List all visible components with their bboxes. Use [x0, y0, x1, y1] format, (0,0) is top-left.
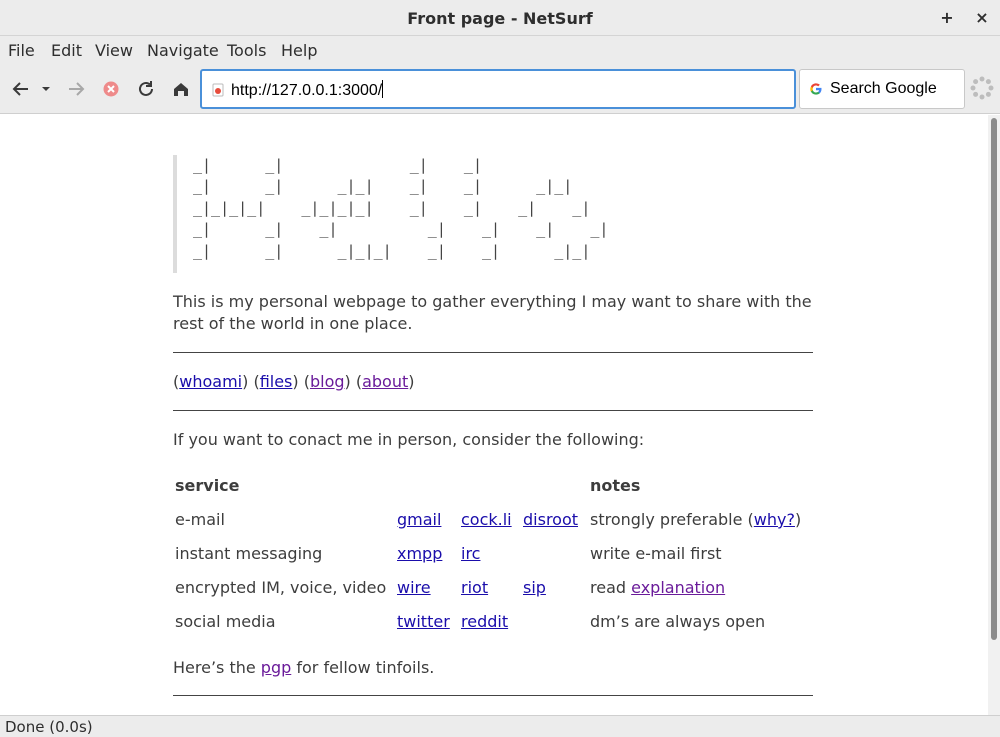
status-text: Done (0.0s) — [5, 718, 93, 736]
menu-bar: File Edit View Navigate Tools Help — [0, 36, 1000, 64]
service-cell: instant messaging — [175, 544, 323, 563]
link-irc[interactable]: irc — [461, 543, 480, 565]
vertical-scrollbar[interactable] — [988, 115, 1000, 715]
divider — [173, 352, 813, 353]
url-bar[interactable]: http://127.0.0.1:3000/ — [200, 69, 796, 109]
forward-button[interactable] — [64, 77, 88, 101]
search-box[interactable]: Search Google — [799, 69, 965, 109]
page-favicon-icon — [212, 83, 224, 97]
ascii-art-text: _| _| _| _| _| _| _|_| _| _| _|_| _|_|_|… — [193, 156, 609, 260]
nav-link-whoami[interactable]: whoami — [179, 372, 242, 391]
note-cell: dm’s are always open — [590, 612, 766, 631]
back-button[interactable] — [9, 77, 33, 101]
link-pgp[interactable]: pgp — [261, 658, 291, 677]
nav-link-files[interactable]: files — [260, 372, 293, 391]
nav-link-about[interactable]: about — [362, 372, 408, 391]
note-cell: read explanation — [590, 578, 726, 597]
chevron-down-icon — [42, 87, 50, 91]
link-why[interactable]: why? — [754, 510, 795, 529]
intro-text: This is my personal webpage to gather ev… — [173, 292, 812, 333]
scrollbar-thumb[interactable] — [991, 118, 997, 640]
reload-icon — [139, 81, 153, 96]
menu-help[interactable]: Help — [281, 41, 317, 60]
history-dropdown-button[interactable] — [36, 77, 56, 101]
throbber-icon — [970, 76, 994, 100]
search-input[interactable]: Search Google — [830, 80, 937, 98]
link-xmpp[interactable]: xmpp — [397, 543, 442, 565]
url-input[interactable]: http://127.0.0.1:3000/ — [231, 80, 384, 100]
ascii-art-banner: _| _| _| _| _| _| _|_| _| _| _|_| _|_|_|… — [173, 155, 609, 273]
title-bar: Front page - NetSurf + × — [0, 0, 1000, 36]
table-header-notes: notes — [590, 476, 641, 495]
link-twitter[interactable]: twitter — [397, 611, 450, 633]
nav-link-blog[interactable]: blog — [310, 372, 345, 391]
link-cockli[interactable]: cock.li — [461, 509, 512, 531]
link-sip[interactable]: sip — [523, 577, 546, 599]
divider — [173, 410, 813, 411]
table-header-service: service — [175, 476, 240, 495]
menu-view[interactable]: View — [95, 41, 133, 60]
arrow-left-icon — [12, 82, 28, 96]
link-disroot[interactable]: disroot — [523, 509, 578, 531]
new-window-button[interactable]: + — [935, 6, 959, 30]
arrow-right-icon — [69, 82, 85, 96]
divider — [173, 695, 813, 696]
link-riot[interactable]: riot — [461, 577, 488, 599]
pgp-text: Here’s the pgp for fellow tinfoils. — [173, 658, 435, 677]
menu-navigate[interactable]: Navigate — [147, 41, 219, 60]
window-title: Front page - NetSurf — [407, 9, 593, 28]
menu-tools[interactable]: Tools — [227, 41, 266, 60]
service-cell: e-mail — [175, 510, 225, 529]
link-reddit[interactable]: reddit — [461, 611, 508, 633]
reload-button[interactable] — [134, 77, 158, 101]
link-wire[interactable]: wire — [397, 577, 431, 599]
contact-intro: If you want to conact me in person, cons… — [173, 430, 645, 449]
stop-button[interactable] — [99, 77, 123, 101]
nav-links: (whoami) (files) (blog) (about) — [173, 372, 415, 391]
close-window-button[interactable]: × — [970, 6, 994, 30]
page-content: _| _| _| _| _| _| _|_| _| _| _|_| _|_|_|… — [0, 115, 988, 715]
stop-icon — [103, 81, 119, 97]
menu-edit[interactable]: Edit — [51, 41, 82, 60]
service-cell: social media — [175, 612, 276, 631]
google-icon — [810, 83, 822, 95]
link-explanation[interactable]: explanation — [631, 578, 725, 597]
service-cell: encrypted IM, voice, video — [175, 578, 387, 597]
note-cell: write e-mail first — [590, 544, 722, 563]
toolbar: http://127.0.0.1:3000/ Search Google — [0, 64, 1000, 114]
home-button[interactable] — [169, 77, 193, 101]
status-bar: Done (0.0s) — [0, 715, 1000, 737]
link-gmail[interactable]: gmail — [397, 509, 441, 531]
note-cell: strongly preferable (why?) — [590, 510, 802, 529]
home-icon — [174, 83, 188, 96]
menu-file[interactable]: File — [8, 41, 35, 60]
